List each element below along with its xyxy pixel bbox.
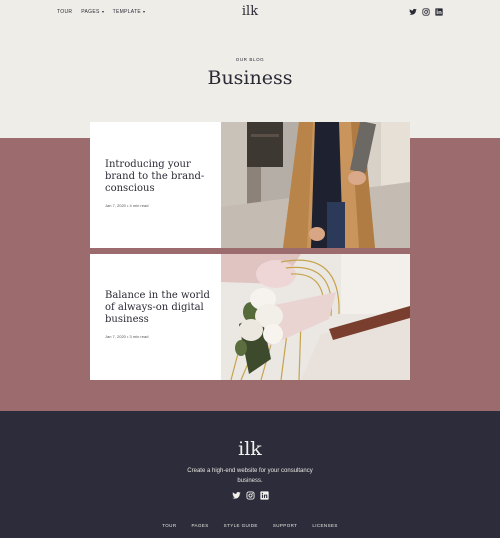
linkedin-icon[interactable] — [435, 8, 443, 16]
post-title[interactable]: Balance in the world of always-on digita… — [105, 290, 210, 326]
footer-link-style-guide[interactable]: STYLE GUIDE — [224, 523, 258, 528]
post-image[interactable] — [221, 122, 410, 248]
site-footer: ilk Create a high-end website for your c… — [0, 411, 500, 538]
footer-nav: TOUR PAGES STYLE GUIDE SUPPORT LICENSES — [0, 523, 500, 528]
footer-logo[interactable]: ilk — [0, 438, 500, 460]
instagram-icon[interactable] — [246, 491, 255, 500]
top-navigation: TOUR PAGES TEMPLATE ilk — [0, 0, 500, 26]
page-title: Business — [207, 67, 293, 89]
footer-tagline: Create a high-end website for your consu… — [187, 468, 313, 484]
post-meta: Jan 7, 2020 • 4 min read — [105, 203, 149, 208]
post-title[interactable]: Introducing your brand to the brand-cons… — [105, 159, 210, 195]
post-card-text: Balance in the world of always-on digita… — [105, 290, 210, 339]
flowers-on-chair-image — [221, 254, 410, 380]
footer-link-pages[interactable]: PAGES — [191, 523, 208, 528]
post-card[interactable]: Balance in the world of always-on digita… — [90, 254, 410, 380]
social-links — [409, 8, 443, 16]
linkedin-icon[interactable] — [260, 491, 269, 500]
post-meta: Jan 7, 2020 • 3 min read — [105, 334, 149, 339]
post-card-text: Introducing your brand to the brand-cons… — [105, 159, 210, 208]
footer-link-support[interactable]: SUPPORT — [273, 523, 297, 528]
hero-eyebrow: OUR BLOG — [235, 57, 265, 62]
footer-social-links — [232, 491, 269, 500]
post-image[interactable] — [221, 254, 410, 380]
footer-link-licenses[interactable]: LICENSES — [312, 523, 337, 528]
twitter-icon[interactable] — [409, 8, 417, 16]
woman-in-coat-image — [221, 122, 410, 248]
footer-link-tour[interactable]: TOUR — [162, 523, 176, 528]
twitter-icon[interactable] — [232, 491, 241, 500]
post-card[interactable]: Introducing your brand to the brand-cons… — [90, 122, 410, 248]
instagram-icon[interactable] — [422, 8, 430, 16]
